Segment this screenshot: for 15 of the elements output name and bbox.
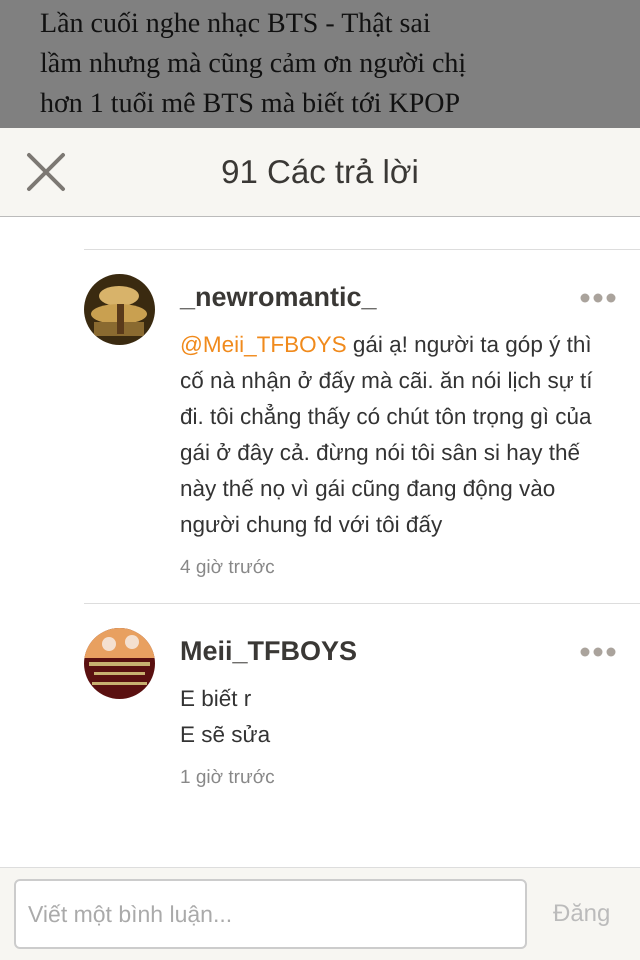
comment-text: E biết r E sẽ sửa — [180, 685, 272, 749]
comment-text: @Meii_TFBOYS gái ạ! người ta góp ý thì cố nà nhận ở đấy mà cãi. ăn nói lịch sự tí đi. tôi chẳng thấy có chút tôn trọng gì của gái ở đây cả. đừng nói tôi sân si hay thế này thế nọ vì gái cũng đang động vào người chung fd với tôi đấy — [180, 331, 594, 539]
comment-time: 4 giờ trước — [180, 557, 276, 579]
username[interactable]: _newromantic_ — [180, 282, 377, 313]
article-title-line: lầm nhưng mà cũng cảm ơn người chị — [40, 47, 468, 81]
close-button[interactable] — [26, 152, 66, 192]
comment-input-field[interactable]: Viết một bình luận... — [14, 879, 527, 949]
close-icon — [26, 152, 66, 192]
header-title: 91 Các trả lời — [221, 153, 419, 191]
username[interactable]: Meii_TFBOYS — [180, 636, 358, 667]
article-title-line: Lần cuối nghe nhạc BTS - Thật sai — [40, 7, 432, 41]
article-title-line: hơn 1 tuổi mê BTS mà biết tới KPOP — [40, 87, 462, 121]
comment-time: 1 giờ trước — [180, 767, 276, 789]
more-icon[interactable] — [580, 646, 616, 656]
more-icon[interactable] — [580, 292, 616, 302]
